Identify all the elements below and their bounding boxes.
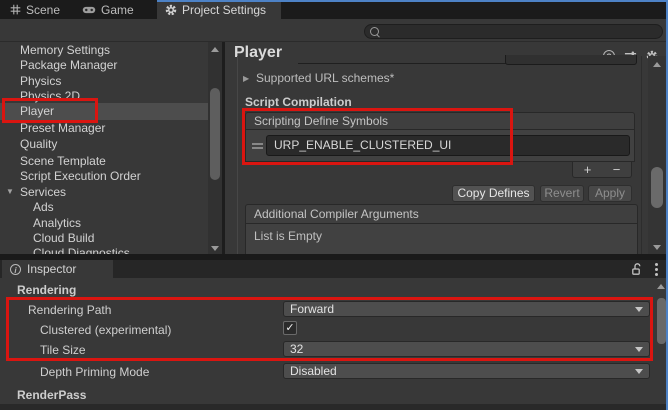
dock-tab-bar: Scene Game Project Settings — [0, 0, 668, 19]
sidebar-scrollbar-thumb[interactable] — [210, 88, 220, 180]
depth-priming-mode-dropdown[interactable]: Disabled — [283, 363, 650, 379]
sidebar-item-analytics[interactable]: Analytics — [33, 216, 81, 231]
panel-scrollbar-thumb[interactable] — [651, 167, 663, 208]
chevron-down-icon — [635, 347, 643, 352]
grid-icon — [10, 4, 21, 15]
clustered-label: Clustered (experimental) — [40, 323, 171, 337]
search-input[interactable] — [383, 26, 657, 38]
tab-inspector[interactable]: i Inspector — [2, 260, 113, 278]
content-right-edge — [641, 56, 642, 254]
gamepad-icon — [82, 5, 96, 15]
tab-project-settings[interactable]: Project Settings — [157, 0, 281, 19]
scroll-up-icon[interactable] — [653, 62, 661, 67]
info-icon: i — [10, 264, 21, 275]
clipped-text-field — [505, 55, 637, 65]
tab-inspector-label: Inspector — [27, 262, 76, 276]
unity-editor-window: Scene Game Project Settings Memory Setti… — [0, 0, 668, 410]
sidebar-item-preset-manager[interactable]: Preset Manager — [20, 121, 105, 136]
sidebar-item-quality[interactable]: Quality — [20, 137, 57, 152]
sidebar-item-player[interactable]: Player — [20, 104, 54, 119]
additional-compiler-arguments-header: Additional Compiler Arguments — [245, 204, 638, 224]
sidebar-item-physics[interactable]: Physics — [20, 74, 61, 89]
sidebar-item-script-execution-order[interactable]: Script Execution Order — [20, 169, 141, 184]
focus-border-top — [157, 0, 668, 2]
foldout-collapsed-icon[interactable]: ▶ — [243, 74, 249, 83]
sidebar-scrollbar[interactable] — [208, 42, 222, 256]
sidebar-item-physics-2d[interactable]: Physics 2D — [20, 89, 80, 104]
define-symbol-field[interactable]: URP_ENABLE_CLUSTERED_UI — [266, 135, 630, 156]
revert-button[interactable]: Revert — [540, 185, 584, 202]
inspector-window: i Inspector Rendering Rendering Path For… — [0, 260, 668, 410]
tab-scene-label: Scene — [26, 3, 60, 17]
settings-search-box[interactable] — [364, 24, 663, 39]
tab-scene[interactable]: Scene — [2, 0, 68, 19]
tile-size-value: 32 — [290, 342, 303, 356]
panel-scrollbar[interactable] — [648, 56, 666, 256]
clustered-checkbox[interactable]: ✓ — [283, 321, 297, 335]
player-settings-panel: Player ? ▶ Supported URL schemes* Script… — [225, 42, 668, 256]
add-button[interactable]: + — [584, 162, 592, 177]
rendering-path-label: Rendering Path — [28, 303, 111, 317]
scripting-define-symbols-header: Scripting Define Symbols — [245, 112, 635, 130]
script-compilation-header: Script Compilation — [245, 95, 352, 109]
scroll-up-icon[interactable] — [211, 47, 219, 52]
renderpass-section-header: RenderPass — [17, 388, 86, 402]
depth-priming-mode-value: Disabled — [290, 364, 337, 378]
chevron-down-icon — [635, 369, 643, 374]
tile-size-label: Tile Size — [40, 343, 86, 357]
drag-handle-icon[interactable] — [252, 143, 263, 151]
scroll-up-icon[interactable] — [657, 284, 665, 289]
tab-game-label: Game — [101, 3, 134, 17]
foldout-expanded-icon[interactable]: ▼ — [6, 187, 14, 196]
chevron-down-icon — [635, 307, 643, 312]
sidebar-item-cloud-build[interactable]: Cloud Build — [33, 231, 94, 246]
sidebar-item-package-manager[interactable]: Package Manager — [20, 58, 117, 73]
tab-game[interactable]: Game — [74, 0, 142, 19]
sidebar-item-memory-settings[interactable]: Memory Settings — [20, 43, 110, 58]
sidebar-item-ads[interactable]: Ads — [33, 200, 54, 215]
sidebar-item-scene-template[interactable]: Scene Template — [20, 154, 106, 169]
rendering-path-value: Forward — [290, 302, 334, 316]
sidebar-item-services[interactable]: Services — [20, 185, 66, 200]
remove-button[interactable]: − — [613, 162, 621, 177]
supported-url-schemes-foldout[interactable]: Supported URL schemes* — [256, 71, 394, 85]
tab-project-settings-label: Project Settings — [182, 3, 266, 17]
list-empty-label: List is Empty — [254, 229, 322, 243]
gear-icon — [165, 4, 177, 16]
kebab-menu-icon[interactable] — [655, 263, 658, 278]
rendering-section-header: Rendering — [17, 283, 76, 297]
depth-priming-mode-label: Depth Priming Mode — [40, 365, 149, 379]
tile-size-dropdown[interactable]: 32 — [283, 341, 650, 357]
scroll-down-icon[interactable] — [211, 246, 219, 251]
compiler-arguments-empty-row: List is Empty — [245, 224, 638, 256]
inspector-scrollbar-thumb[interactable] — [657, 298, 666, 344]
search-icon — [370, 27, 379, 36]
list-add-remove-footer: + − — [572, 162, 632, 178]
lock-icon[interactable] — [631, 263, 643, 276]
check-icon: ✓ — [285, 322, 294, 334]
clipped-field-edge — [298, 63, 506, 64]
apply-button[interactable]: Apply — [588, 185, 632, 202]
content-left-edge — [237, 56, 238, 254]
settings-category-list: Memory Settings Package Manager Physics … — [0, 42, 222, 256]
scroll-down-icon[interactable] — [653, 245, 661, 250]
window-bottom-edge — [0, 404, 668, 410]
copy-defines-button[interactable]: Copy Defines — [452, 185, 535, 202]
rendering-path-dropdown[interactable]: Forward — [283, 301, 650, 317]
page-title: Player — [234, 44, 282, 62]
